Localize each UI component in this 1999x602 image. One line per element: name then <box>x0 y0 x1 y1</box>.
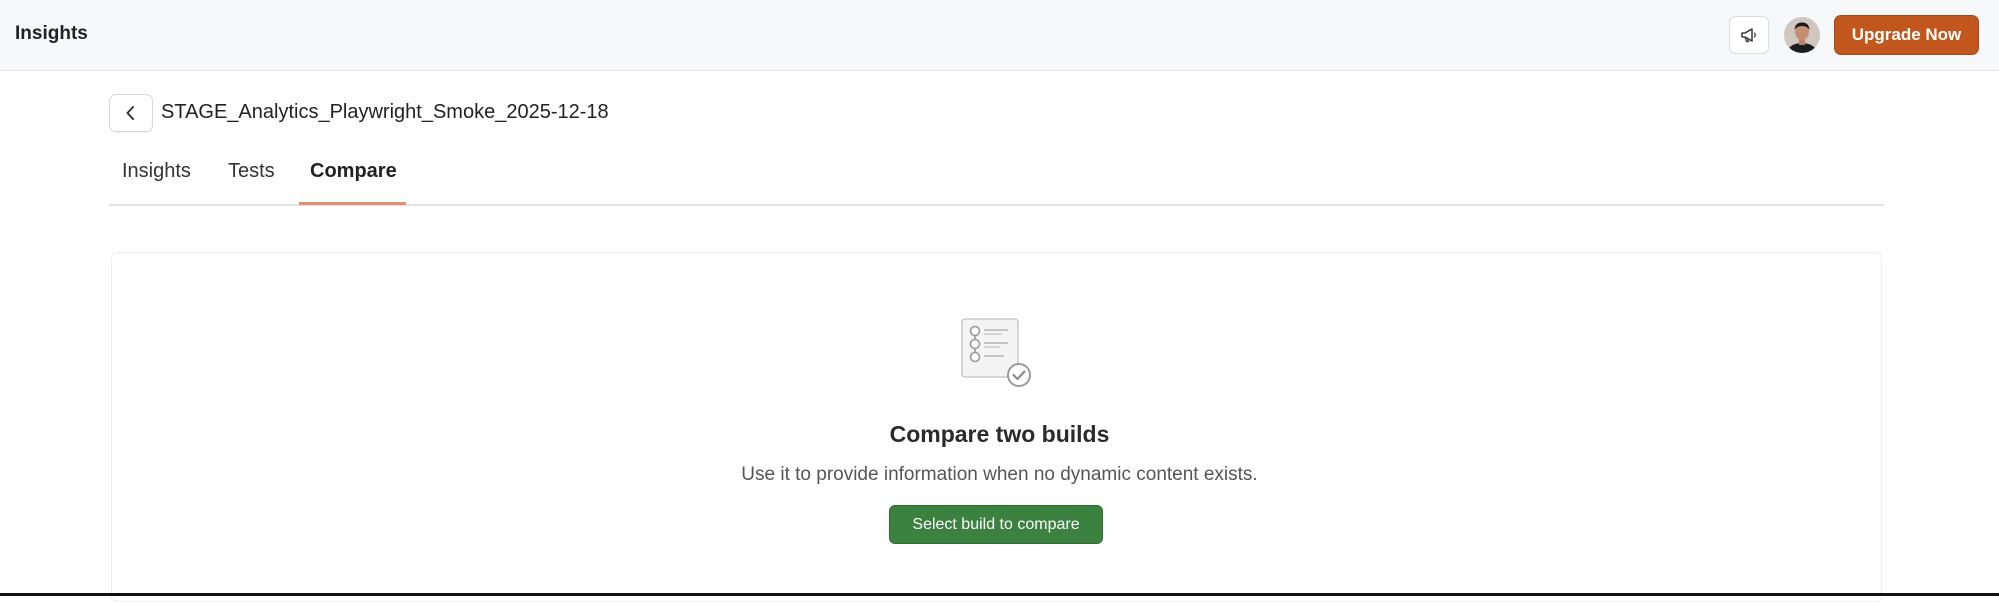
avatar-image <box>1784 17 1820 53</box>
checklist-icon <box>961 318 1031 387</box>
upgrade-now-button[interactable]: Upgrade Now <box>1834 15 1979 55</box>
megaphone-icon <box>1741 28 1756 43</box>
tab-tests[interactable]: Tests <box>228 160 275 183</box>
back-button[interactable] <box>109 94 153 132</box>
top-bar: Insights Upgrade Now <box>0 0 1999 71</box>
empty-state-description: Use it to provide information when no dy… <box>741 464 1258 485</box>
announcements-button[interactable] <box>1729 16 1769 54</box>
user-avatar[interactable] <box>1784 17 1820 53</box>
select-build-button[interactable]: Select build to compare <box>889 505 1103 544</box>
empty-state-title: Compare two builds <box>889 421 1110 447</box>
build-name: STAGE_Analytics_Playwright_Smoke_2025-12… <box>161 101 609 123</box>
chevron-left-icon <box>126 106 134 120</box>
active-tab-indicator <box>299 202 406 205</box>
tab-bar: Insights Tests Compare <box>109 148 1884 206</box>
app-title: Insights <box>15 23 88 44</box>
tab-insights[interactable]: Insights <box>122 160 191 183</box>
tab-compare[interactable]: Compare <box>310 160 397 183</box>
